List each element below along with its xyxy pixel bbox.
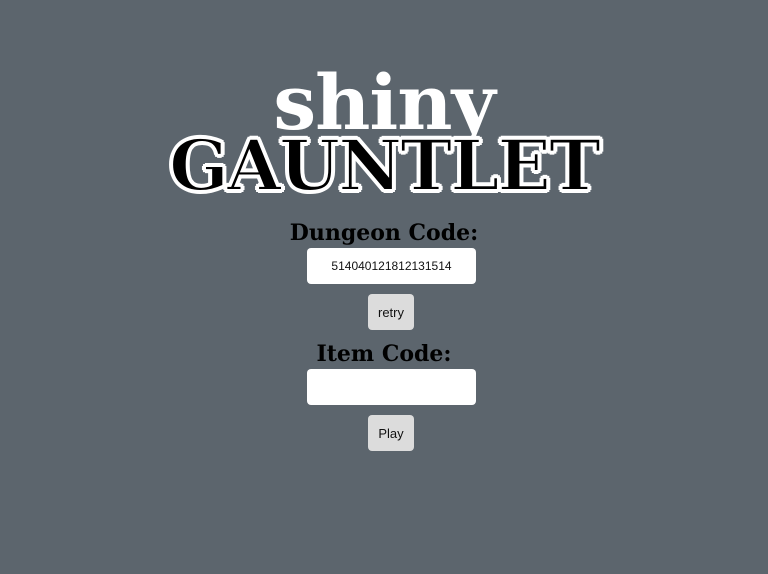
item-code-input[interactable]	[307, 369, 476, 405]
dungeon-code-input[interactable]	[307, 248, 476, 284]
item-code-label: Item Code:	[316, 341, 452, 367]
play-button[interactable]: Play	[368, 415, 414, 451]
dungeon-code-label: Dungeon Code:	[289, 220, 479, 246]
game-start-screen: shiny GAUNTLET Dungeon Code: retry Item …	[0, 0, 768, 574]
retry-button[interactable]: retry	[368, 294, 414, 330]
logo-gauntlet: GAUNTLET	[168, 124, 602, 207]
